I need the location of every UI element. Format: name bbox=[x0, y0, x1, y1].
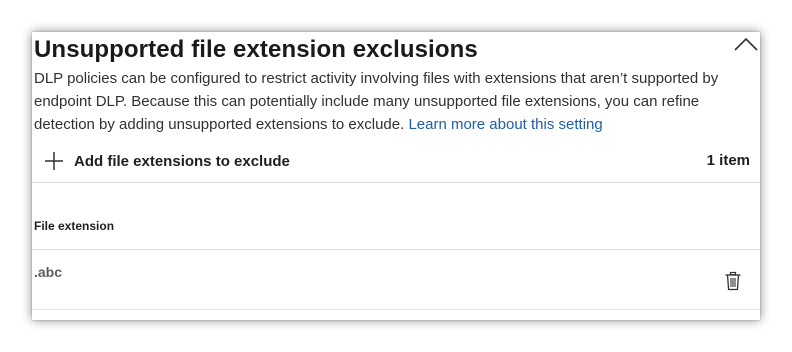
chevron-up-icon bbox=[734, 37, 758, 51]
plus-icon bbox=[44, 151, 64, 171]
collapse-button[interactable] bbox=[732, 34, 760, 54]
item-count: 1 item bbox=[706, 152, 750, 169]
description-text: DLP policies can be configured to restri… bbox=[34, 70, 719, 133]
add-file-extensions-button[interactable]: Add file extensions to exclude bbox=[44, 150, 290, 172]
delete-button[interactable] bbox=[722, 270, 744, 292]
column-header-file-extension[interactable]: File extension bbox=[34, 219, 114, 233]
section-title: Unsupported file extension exclusions bbox=[34, 36, 478, 63]
section-description: DLP policies can be configured to restri… bbox=[34, 67, 752, 136]
exclusions-card: Unsupported file extension exclusions DL… bbox=[32, 32, 760, 320]
trash-icon bbox=[725, 271, 741, 291]
learn-more-link[interactable]: Learn more about this setting bbox=[408, 116, 602, 133]
command-bar: Add file extensions to exclude 1 item bbox=[32, 142, 760, 183]
file-extension-cell: .abc bbox=[34, 264, 63, 280]
table-row[interactable]: .abc bbox=[32, 250, 760, 310]
row-divider bbox=[32, 309, 760, 310]
add-button-label: Add file extensions to exclude bbox=[74, 152, 290, 170]
